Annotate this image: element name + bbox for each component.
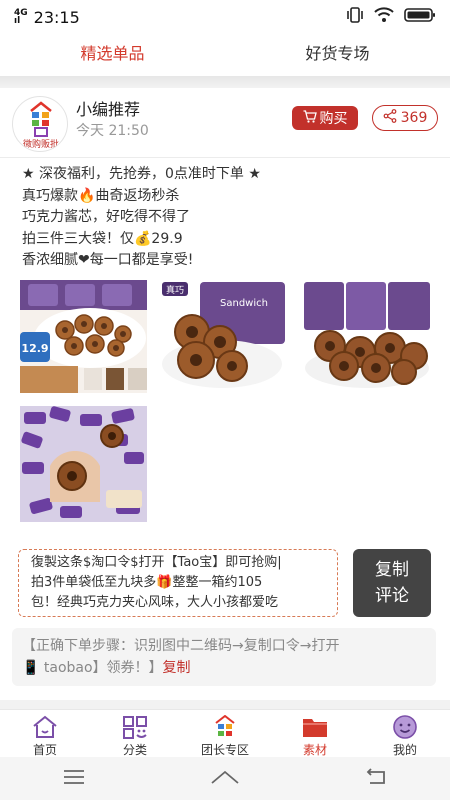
post-time: 今天 21:50 xyxy=(76,123,149,139)
content-gap xyxy=(0,700,450,709)
author-name: 小编推荐 xyxy=(76,100,141,119)
description-line: 真巧爆款🔥曲奇返场秒杀 xyxy=(22,187,180,204)
nav-materials[interactable]: 素材 xyxy=(270,710,360,757)
product-image-4[interactable] xyxy=(20,406,147,522)
steps-line-1: 【正确下单步骤：识别图中二维码→复制口令→打开 xyxy=(22,638,340,654)
divider xyxy=(0,157,450,158)
buy-button-label: 购买 xyxy=(319,111,348,127)
wifi-icon xyxy=(374,7,394,27)
product-image-1[interactable]: 12.9 xyxy=(20,280,147,393)
share-button[interactable]: 369 xyxy=(372,105,438,131)
copy-text-line: 復製这条$淘口令$打开【Tao宝】即可抢购| xyxy=(31,555,282,570)
taokouling-copy-text[interactable]: 復製这条$淘口令$打开【Tao宝】即可抢购| 拍3件单袋低至九块多🎁整整一箱约1… xyxy=(18,549,338,617)
product-image-2[interactable]: Sandwich 真巧 xyxy=(160,280,287,393)
nav-materials-label: 素材 xyxy=(302,743,327,757)
description-line: 拍三件三大袋！仅💰29.9 xyxy=(22,230,183,247)
post-description: ★ 深夜福利，先抢券，0点准时下单 ★ 真巧爆款🔥曲奇返场秒杀 巧克力酱芯，好吃… xyxy=(22,164,432,272)
menu-icon[interactable] xyxy=(62,769,86,789)
avatar[interactable]: 微购贩批 xyxy=(12,96,68,152)
profile-icon xyxy=(392,715,418,739)
svg-text:12.9: 12.9 xyxy=(21,342,48,355)
bottom-nav: 首页 分类 团长专区 素材 我的 xyxy=(0,709,450,757)
nav-leader-zone[interactable]: 团长专区 xyxy=(180,710,270,757)
svg-text:微购贩批: 微购贩批 xyxy=(23,138,59,150)
share-count: 369 xyxy=(400,110,428,126)
cart-icon xyxy=(303,109,317,127)
copy-comment-button[interactable]: 复制 评论 xyxy=(353,549,431,617)
home-icon xyxy=(32,715,58,739)
product-image-3[interactable] xyxy=(302,280,432,393)
nav-profile-label: 我的 xyxy=(392,743,417,757)
top-tabs: 精选单品 好货专场 xyxy=(0,34,450,76)
tabs-divider xyxy=(0,76,450,88)
post-card: 微购贩批 小编推荐 今天 21:50 购买 369 ★ 深夜福利，先抢券，0点准… xyxy=(0,88,450,700)
copy-text-line: 拍3件单袋低至九块多🎁整整一箱约105 xyxy=(31,575,263,590)
steps-line-2: 📱 taobao】领券！】 xyxy=(22,660,163,676)
status-bar: 4G ıl 23:15 xyxy=(0,0,450,34)
description-line: ★ 深夜福利，先抢券，0点准时下单 ★ xyxy=(22,166,261,182)
nav-home-label: 首页 xyxy=(32,743,57,757)
category-icon xyxy=(122,715,148,739)
folder-icon xyxy=(302,715,328,739)
copy-text-line: 包！经典巧克力夹心风味，大人小孩都爱吃 xyxy=(31,595,279,610)
system-nav-bar xyxy=(0,757,450,800)
copy-button-line1: 复制 xyxy=(375,560,409,580)
steps-copy-link[interactable]: 复制 xyxy=(163,660,191,676)
buy-button[interactable]: 购买 xyxy=(292,106,358,130)
copy-button-line2: 评论 xyxy=(375,586,409,606)
share-icon xyxy=(383,109,397,127)
tab-good-deals[interactable]: 好货专场 xyxy=(225,34,450,76)
order-steps-box: 【正确下单步骤：识别图中二维码→复制口令→打开 📱 taobao】领券！】复制 xyxy=(12,628,436,686)
vibrate-icon xyxy=(346,7,364,27)
nav-category-label: 分类 xyxy=(122,743,147,757)
description-line: 巧克力酱芯，好吃得不得了 xyxy=(22,209,190,225)
tab-featured-items[interactable]: 精选单品 xyxy=(0,34,225,76)
leader-zone-icon xyxy=(212,715,238,739)
store-logo-icon: 微购贩批 xyxy=(23,101,59,150)
network-indicator: 4G ıl xyxy=(14,8,28,26)
svg-text:Sandwich: Sandwich xyxy=(220,298,268,309)
status-time: 23:15 xyxy=(33,7,80,27)
description-line: 香浓细腻❤每一口都是享受! xyxy=(22,252,194,268)
nav-category[interactable]: 分类 xyxy=(90,710,180,757)
home-button-icon[interactable] xyxy=(210,769,240,789)
svg-text:真巧: 真巧 xyxy=(166,284,184,296)
nav-leader-zone-label: 团长专区 xyxy=(200,743,249,757)
nav-home[interactable]: 首页 xyxy=(0,710,90,757)
nav-profile[interactable]: 我的 xyxy=(360,710,450,757)
back-icon[interactable] xyxy=(364,767,388,790)
battery-icon xyxy=(404,7,436,27)
